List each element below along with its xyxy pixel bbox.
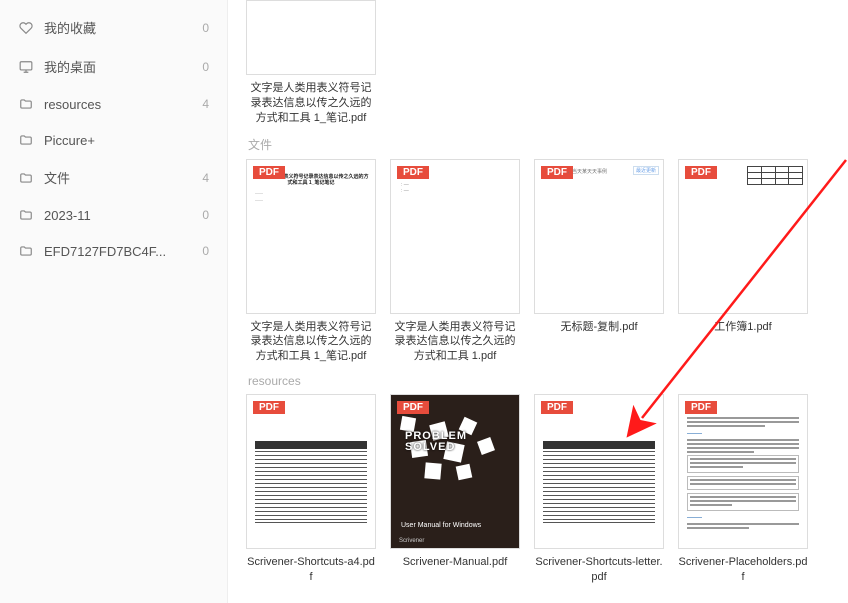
file-name: 文字是人类用表义符号记录表达信息以传之久远的方式和工具 1_笔记.pdf bbox=[246, 81, 376, 126]
sidebar-item-label: Piccure+ bbox=[44, 133, 209, 148]
sidebar-item-label: resources bbox=[44, 97, 202, 112]
file-card[interactable]: PDF PROBLEM SOLVED User Manual for Windo… bbox=[390, 394, 520, 585]
thumb-chip: 最近更新 bbox=[633, 166, 659, 175]
pdf-badge: PDF bbox=[685, 166, 717, 179]
folder-icon bbox=[18, 132, 34, 148]
sidebar-item-files[interactable]: 文件 4 bbox=[0, 158, 227, 197]
file-thumbnail: PDF ，当天某天天事例 最近更新 bbox=[534, 159, 664, 314]
file-thumbnail: PDF bbox=[534, 394, 664, 549]
file-card[interactable]: PDF 工作簿1.pdf bbox=[678, 159, 808, 365]
file-thumbnail: PDF : —: — bbox=[390, 159, 520, 314]
file-card[interactable]: PDF 文字是人类用表义符号记录表达信息以传之久远的方式和工具 1_笔记笔记 —… bbox=[246, 159, 376, 365]
file-thumbnail: PDF ——— ——— bbox=[678, 394, 808, 549]
file-name: 文字是人类用表义符号记录表达信息以传之久远的方式和工具 1.pdf bbox=[390, 320, 520, 365]
file-card[interactable]: PDF Scrivener-Shortcuts-a4.pdf bbox=[246, 394, 376, 585]
file-card[interactable]: PDF : —: — 文字是人类用表义符号记录表达信息以传之久远的方式和工具 1… bbox=[390, 159, 520, 365]
resources-grid: PDF Scrivener-Shortcuts-a4.pdf PDF bbox=[246, 394, 838, 585]
thumb-body: ——— ——— bbox=[679, 395, 807, 548]
folder-icon bbox=[18, 207, 34, 223]
thumb-text: —— bbox=[255, 197, 367, 202]
sidebar-item-efd[interactable]: EFD7127FD7BC4F... 0 bbox=[0, 233, 227, 269]
folder-icon bbox=[18, 243, 34, 259]
sidebar: 我的收藏 0 我的桌面 0 resources 4 Piccure+ 文件 4 … bbox=[0, 0, 228, 603]
heart-icon bbox=[18, 20, 34, 36]
thumb-note: ，当天某天天事例 bbox=[567, 168, 607, 175]
pdf-badge: PDF bbox=[541, 401, 573, 414]
sidebar-item-label: 2023-11 bbox=[44, 208, 202, 223]
sidebar-item-label: 我的收藏 bbox=[44, 18, 202, 37]
sidebar-item-desktop[interactable]: 我的桌面 0 bbox=[0, 47, 227, 86]
sidebar-item-piccure[interactable]: Piccure+ bbox=[0, 122, 227, 158]
sidebar-item-2023-11[interactable]: 2023-11 0 bbox=[0, 197, 227, 233]
sidebar-item-count: 4 bbox=[202, 171, 209, 185]
section-title-files: 文件 bbox=[248, 136, 838, 153]
thumb-table bbox=[543, 441, 655, 523]
sidebar-item-label: 文件 bbox=[44, 168, 202, 187]
sidebar-item-count: 4 bbox=[202, 97, 209, 111]
thumb-table bbox=[255, 441, 367, 523]
file-thumbnail: PDF 文字是人类用表义符号记录表达信息以传之久远的方式和工具 1_笔记笔记 —… bbox=[246, 159, 376, 314]
file-name: Scrivener-Manual.pdf bbox=[390, 555, 520, 570]
thumb-subtitle: User Manual for Windows bbox=[401, 522, 481, 530]
file-thumbnail: PDF bbox=[678, 159, 808, 314]
sidebar-item-favorites[interactable]: 我的收藏 0 bbox=[0, 8, 227, 47]
files-grid: PDF 文字是人类用表义符号记录表达信息以传之久远的方式和工具 1_笔记笔记 —… bbox=[246, 159, 838, 365]
main-content: 文字是人类用表义符号记录表达信息以传之久远的方式和工具 1_笔记.pdf 文件 … bbox=[228, 0, 848, 603]
file-card[interactable]: PDF ，当天某天天事例 最近更新 无标题-复制.pdf bbox=[534, 159, 664, 365]
file-card[interactable]: PDF ——— ——— Scrivener-Placeholders.pdf bbox=[678, 394, 808, 585]
file-card[interactable]: 文字是人类用表义符号记录表达信息以传之久远的方式和工具 1_笔记.pdf bbox=[246, 0, 376, 126]
file-thumbnail bbox=[246, 0, 376, 75]
pdf-badge: PDF bbox=[397, 166, 429, 179]
file-thumbnail: PDF PROBLEM SOLVED User Manual for Windo… bbox=[390, 394, 520, 549]
file-name: Scrivener-Shortcuts-a4.pdf bbox=[246, 555, 376, 585]
pdf-badge: PDF bbox=[397, 401, 429, 414]
file-name: Scrivener-Placeholders.pdf bbox=[678, 555, 808, 585]
file-name: 无标题-复制.pdf bbox=[534, 320, 664, 335]
pdf-badge: PDF bbox=[253, 401, 285, 414]
section-title-resources: resources bbox=[248, 374, 838, 388]
file-name: Scrivener-Shortcuts-letter.pdf bbox=[534, 555, 664, 585]
file-card[interactable]: PDF Scrivener-Shortcuts-letter.pdf bbox=[534, 394, 664, 585]
file-thumbnail: PDF bbox=[246, 394, 376, 549]
thumb-brand: Scrivener bbox=[399, 538, 424, 544]
sidebar-item-count: 0 bbox=[202, 60, 209, 74]
sidebar-item-resources[interactable]: resources 4 bbox=[0, 86, 227, 122]
sidebar-item-count: 0 bbox=[202, 21, 209, 35]
thumb-text: —— bbox=[255, 190, 367, 195]
thumb-title: PROBLEM SOLVED bbox=[405, 431, 505, 453]
sidebar-item-count: 0 bbox=[202, 244, 209, 258]
sidebar-item-label: 我的桌面 bbox=[44, 57, 202, 76]
sidebar-item-count: 0 bbox=[202, 208, 209, 222]
file-name: 文字是人类用表义符号记录表达信息以传之久远的方式和工具 1_笔记.pdf bbox=[246, 320, 376, 365]
pdf-badge: PDF bbox=[253, 166, 285, 179]
thumb-table bbox=[747, 166, 803, 185]
folder-icon bbox=[18, 170, 34, 186]
desktop-icon bbox=[18, 59, 34, 75]
file-name: 工作簿1.pdf bbox=[678, 320, 808, 335]
folder-icon bbox=[18, 96, 34, 112]
sidebar-item-label: EFD7127FD7BC4F... bbox=[44, 244, 202, 259]
